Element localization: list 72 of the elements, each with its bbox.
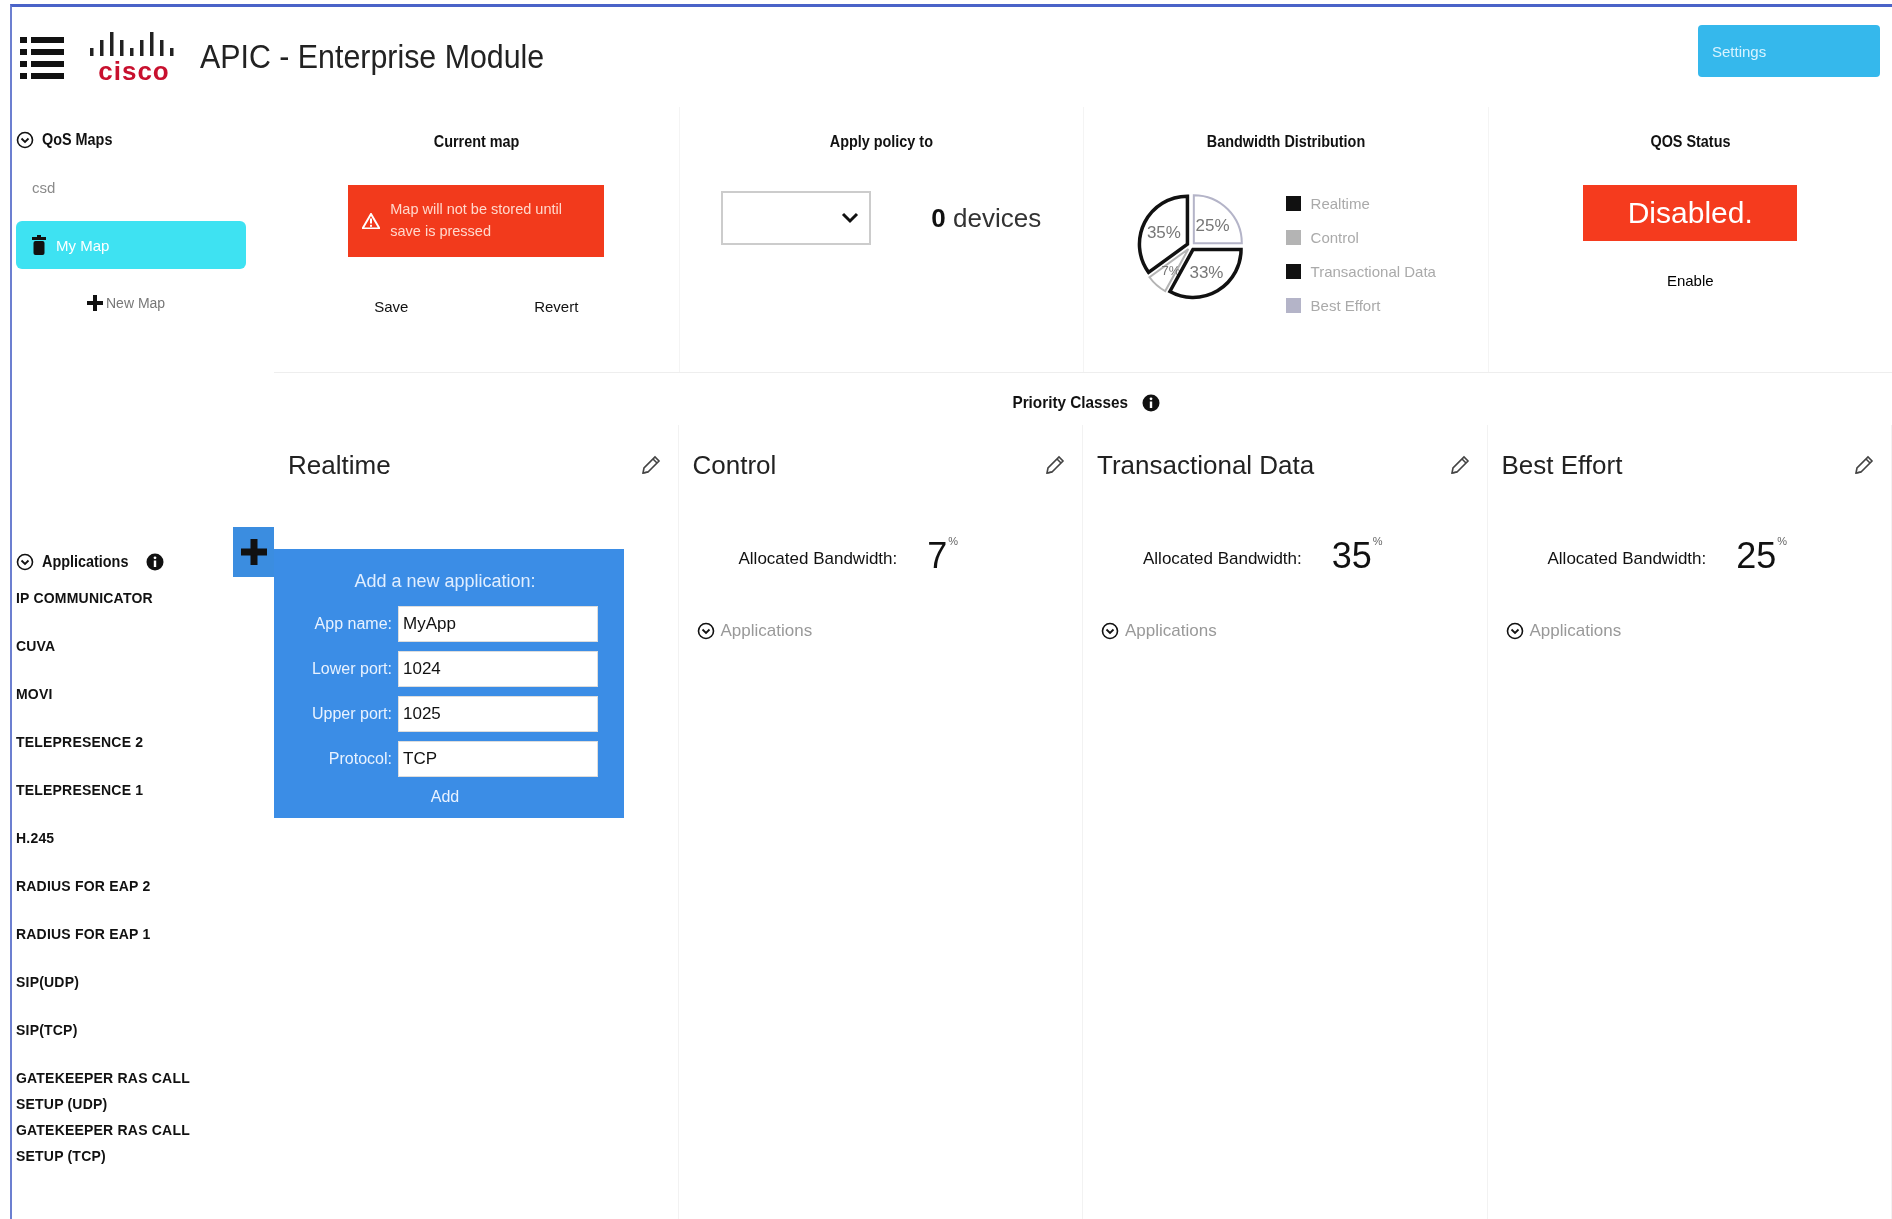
plus-icon xyxy=(240,539,267,565)
application-item[interactable]: GATEKEEPER RAS CALL SETUP (UDP) xyxy=(16,1065,206,1117)
save-button[interactable]: Save xyxy=(368,297,415,316)
bandwidth-label: Allocated Bandwidth: xyxy=(1547,549,1707,569)
application-item[interactable]: H.245 xyxy=(16,825,206,873)
application-item[interactable]: RADIUS FOR EAP 1 xyxy=(16,921,206,969)
chevron-down-icon xyxy=(1101,622,1119,640)
input-field[interactable]: 1025 xyxy=(398,696,598,732)
bandwidth-label: Allocated Bandwidth: xyxy=(1143,549,1302,569)
application-item[interactable]: IP COMMUNICATOR xyxy=(16,585,206,633)
panel-title: QOS Status xyxy=(1650,133,1731,151)
input-field[interactable]: TCP xyxy=(398,741,598,777)
application-item[interactable]: RADIUS FOR EAP 2 xyxy=(16,873,206,921)
application-item[interactable]: MOVI xyxy=(16,681,206,729)
class-title: Realtime xyxy=(288,449,391,481)
class-title: Control xyxy=(692,449,777,481)
plus-icon xyxy=(87,295,103,311)
form-title: Add a new application: xyxy=(354,571,536,592)
enable-button[interactable]: Enable xyxy=(1660,271,1720,290)
info-icon xyxy=(1142,394,1161,412)
map-item[interactable]: csd xyxy=(16,163,246,211)
bandwidth-value: 35$^{%}$ xyxy=(1331,535,1383,577)
revert-button[interactable]: Revert xyxy=(528,297,585,316)
class-title: Transactional Data xyxy=(1097,449,1315,481)
input-field[interactable]: 1024 xyxy=(398,651,598,687)
legend-label: Control xyxy=(1310,229,1359,246)
menu-icon xyxy=(20,34,64,80)
slice-label: 35% xyxy=(1146,223,1181,243)
warning-icon xyxy=(362,213,381,229)
class-title: Best Effort xyxy=(1501,449,1623,481)
application-item[interactable]: GATEKEEPER RAS CALL SETUP (TCP) xyxy=(16,1117,206,1169)
panel-title: Current map xyxy=(433,133,520,151)
legend-label: Best Effort xyxy=(1310,297,1381,314)
pencil-icon xyxy=(1044,454,1066,476)
chevron-down-icon xyxy=(841,212,860,224)
application-item[interactable]: CUVA xyxy=(16,633,206,681)
pencil-icon xyxy=(639,454,662,476)
pencil-icon xyxy=(1853,454,1875,476)
app-title: APIC - Enterprise Module xyxy=(200,38,545,76)
bandwidth-value: 7$^{%}$ xyxy=(927,535,959,577)
info-icon xyxy=(146,553,164,571)
field-label: Upper port: xyxy=(310,705,392,723)
legend-label: Realtime xyxy=(1310,195,1370,212)
slice-label: 25% xyxy=(1195,215,1230,235)
chevron-down-icon xyxy=(696,622,715,640)
application-item[interactable]: SIP(TCP) xyxy=(16,1017,206,1065)
logo-text: cisco xyxy=(98,58,170,84)
panel-title: Bandwidth Distribution xyxy=(1206,133,1365,151)
add-application-button[interactable] xyxy=(233,527,274,577)
warning-text: Map will not be stored until save is pressed xyxy=(390,200,563,241)
input-field[interactable]: MyApp xyxy=(398,606,598,642)
slice-label: 33% xyxy=(1189,263,1224,283)
bandwidth-value: 25$^{%}$ xyxy=(1736,535,1788,577)
qos-status-badge: Disabled. xyxy=(1583,185,1798,241)
application-item[interactable]: SIP(UDP) xyxy=(16,969,206,1017)
bandwidth-label: Allocated Bandwidth: xyxy=(738,549,898,569)
application-item[interactable]: TELEPRESENCE 1 xyxy=(16,777,206,825)
application-item[interactable]: TELEPRESENCE 2 xyxy=(16,729,206,777)
pencil-icon xyxy=(1448,454,1471,476)
field-label: Protocol: xyxy=(327,750,392,768)
trash-icon[interactable] xyxy=(32,235,46,255)
field-label: Lower port: xyxy=(310,660,392,678)
section-title: QoS Maps xyxy=(42,131,113,149)
panel-title: Apply policy to xyxy=(829,133,933,151)
section-title: Applications xyxy=(42,553,129,571)
new-map-link[interactable]: New Map xyxy=(87,295,166,311)
legend-label: Transactional Data xyxy=(1310,263,1436,280)
chevron-down-icon xyxy=(1505,622,1524,640)
device-count: 0 devices xyxy=(931,202,1042,234)
pie-slice xyxy=(1192,194,1243,245)
section-title: Priority Classes xyxy=(1012,393,1128,413)
field-label: App name: xyxy=(313,615,392,633)
